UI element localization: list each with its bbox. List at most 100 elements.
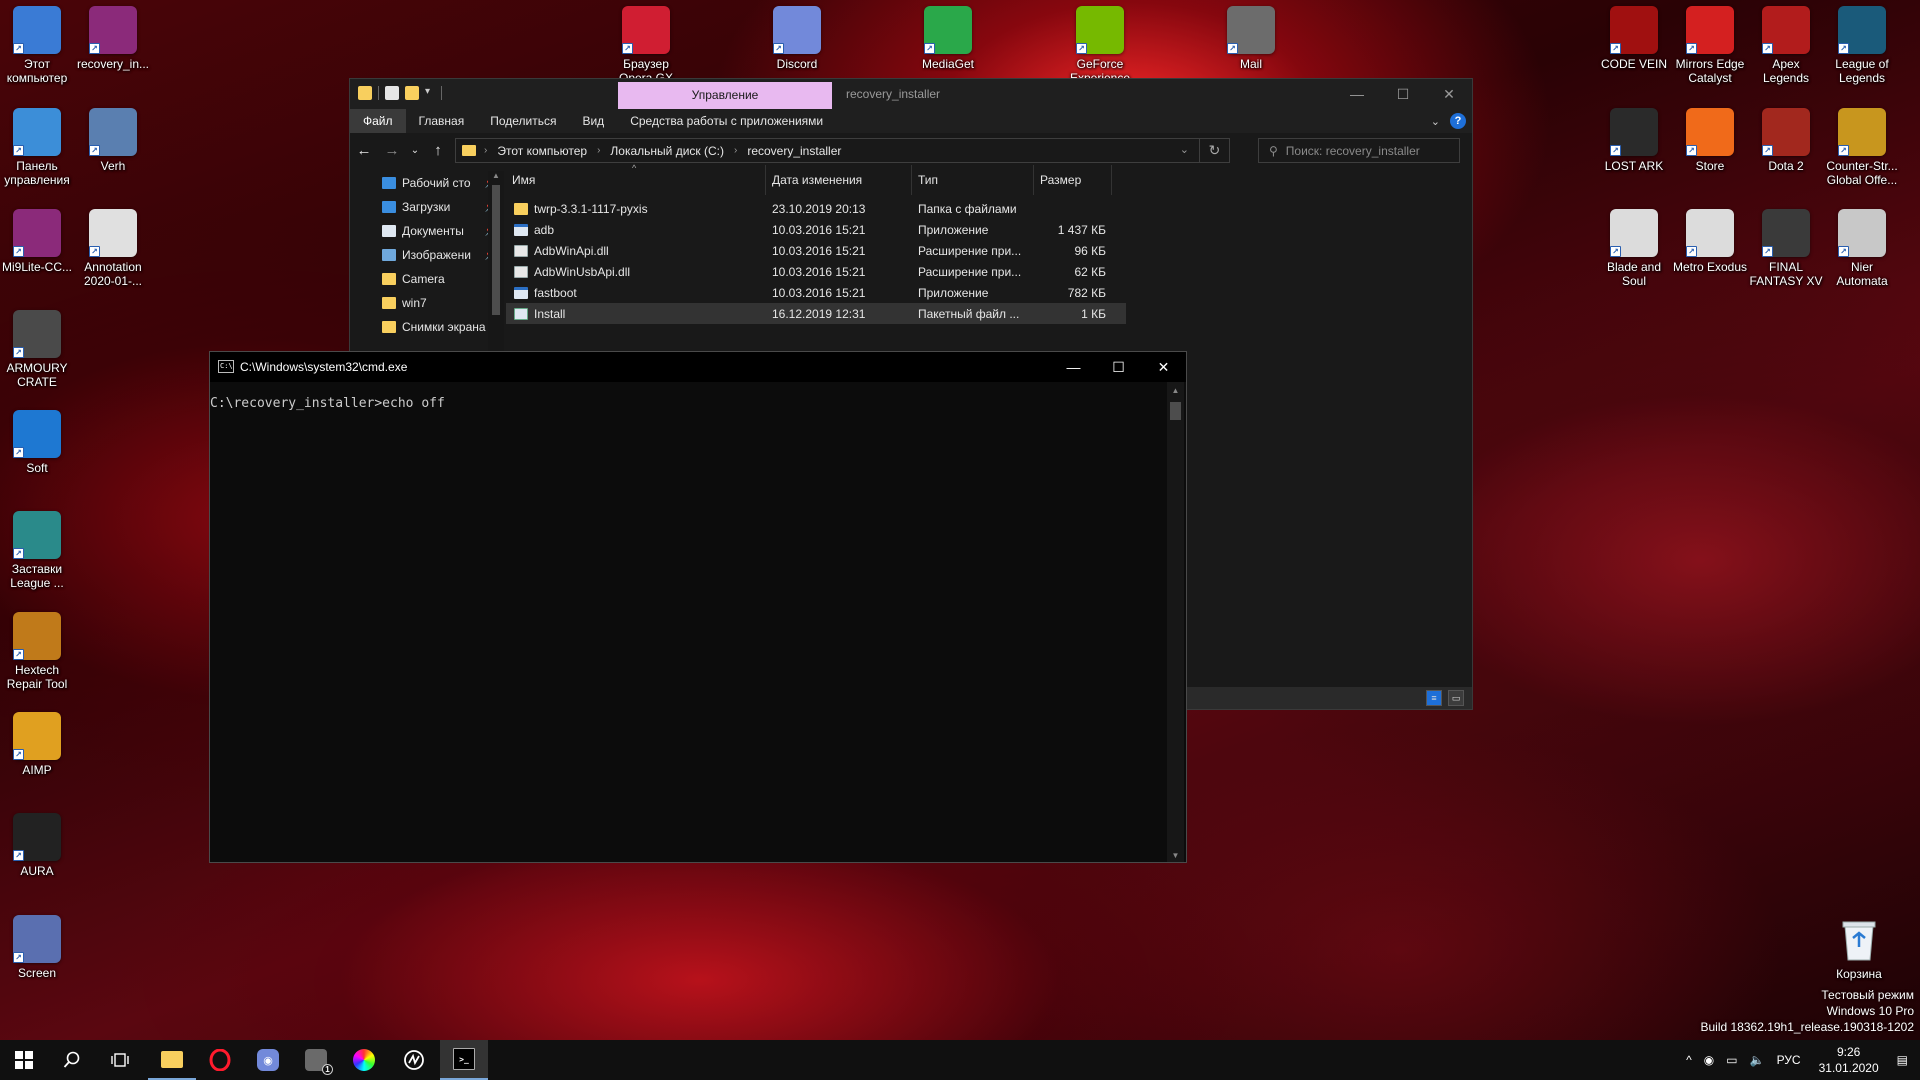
desktop-icon-right-9-shortcut[interactable]: ↗ Metro Exodus bbox=[1672, 209, 1748, 274]
discord-tray-icon[interactable]: ◉ bbox=[1704, 1053, 1714, 1067]
desktop-icon-left-11-shortcut[interactable]: ↗ AURA bbox=[0, 813, 75, 878]
desktop-icon-left-8-shortcut[interactable]: ↗ Заставки League ... bbox=[0, 511, 75, 590]
new-folder-icon[interactable] bbox=[405, 86, 419, 100]
back-arrow-icon[interactable]: ← bbox=[350, 135, 378, 165]
properties-icon[interactable] bbox=[385, 86, 399, 100]
minimize-button[interactable]: — bbox=[1334, 79, 1380, 109]
tab-home[interactable]: Главная bbox=[406, 109, 478, 133]
scrollbar-thumb[interactable] bbox=[492, 185, 500, 315]
show-hidden-icons-chevron-icon[interactable]: ^ bbox=[1686, 1053, 1692, 1067]
desktop-icon-left-12-shortcut[interactable]: ↗ Screen bbox=[0, 915, 75, 980]
search-button[interactable] bbox=[48, 1040, 96, 1080]
notifications-icon[interactable]: ▤ bbox=[1897, 1053, 1908, 1067]
up-arrow-icon[interactable]: ↑ bbox=[424, 135, 452, 165]
nav-item-1[interactable]: Загрузки📌 bbox=[350, 195, 505, 219]
file-row[interactable]: Install 16.12.2019 12:31 Пакетный файл ...… bbox=[506, 303, 1126, 324]
nav-item-0[interactable]: Рабочий сто📌 bbox=[350, 171, 505, 195]
details-view-icon[interactable]: ≡ bbox=[1426, 690, 1442, 706]
desktop-icon-left-7-shortcut[interactable]: ↗ Soft bbox=[0, 410, 75, 475]
aura-taskbar[interactable] bbox=[340, 1040, 388, 1080]
maximize-button[interactable]: ☐ bbox=[1096, 352, 1141, 382]
discord-taskbar[interactable]: ◉ bbox=[244, 1040, 292, 1080]
large-icons-view-icon[interactable]: ▭ bbox=[1448, 690, 1464, 706]
search-box[interactable]: ⚲ Поиск: recovery_installer bbox=[1258, 138, 1460, 163]
nav-item-6[interactable]: Снимки экрана bbox=[350, 315, 505, 339]
cmd-titlebar[interactable]: C:\ C:\Windows\system32\cmd.exe — ☐ ✕ bbox=[210, 352, 1186, 382]
chevron-right-icon[interactable]: › bbox=[484, 145, 487, 156]
recent-locations-chevron-icon[interactable]: ⌄ bbox=[406, 135, 424, 165]
tab-file[interactable]: Файл bbox=[350, 109, 406, 133]
breadcrumb-local-disk[interactable]: Локальный диск (C:) bbox=[610, 144, 724, 158]
console-scrollbar[interactable]: ▲ ▼ bbox=[1167, 382, 1184, 862]
desktop-icon-left-3-shortcut[interactable]: ↗ Verh bbox=[75, 108, 151, 173]
desktop-icon-top-2-shortcut[interactable]: ↗ MediaGet bbox=[910, 6, 986, 71]
tab-share[interactable]: Поделиться bbox=[477, 109, 569, 133]
minimize-button[interactable]: — bbox=[1051, 352, 1096, 382]
network-icon[interactable]: ▭ bbox=[1726, 1053, 1737, 1067]
column-type[interactable]: Тип bbox=[912, 165, 1034, 195]
column-date-modified[interactable]: Дата изменения bbox=[766, 165, 912, 195]
desktop-icon-top-4-shortcut[interactable]: ↗ Mail bbox=[1213, 6, 1289, 71]
desktop-icon-left-4-shortcut[interactable]: ↗ Mi9Lite-CC... bbox=[0, 209, 75, 274]
desktop-icon-right-5-shortcut[interactable]: ↗ Store bbox=[1672, 108, 1748, 173]
desktop-icon-right-6-shortcut[interactable]: ↗ Dota 2 bbox=[1748, 108, 1824, 173]
chevron-right-icon[interactable]: › bbox=[597, 145, 600, 156]
desktop-icon-right-7-shortcut[interactable]: ↗ Counter-Str... Global Offe... bbox=[1824, 108, 1900, 187]
desktop-icon-top-3-shortcut[interactable]: ↗GeForce Experience bbox=[1062, 6, 1138, 85]
console-output[interactable]: C:\recovery_installer>echo off bbox=[210, 396, 1160, 411]
scroll-down-icon[interactable]: ▼ bbox=[1167, 851, 1184, 860]
task-view-button[interactable] bbox=[96, 1040, 144, 1080]
desktop-icon-left-9-shortcut[interactable]: ↗ Hextech Repair Tool bbox=[0, 612, 75, 691]
recycle-bin-shortcut[interactable]: Корзина bbox=[1821, 916, 1897, 981]
desktop-icon-right-4-shortcut[interactable]: ↗ LOST ARK bbox=[1596, 108, 1672, 173]
refresh-icon[interactable]: ↻ bbox=[1199, 139, 1229, 162]
address-dropdown-icon[interactable]: ⌄ bbox=[1180, 143, 1189, 156]
column-size[interactable]: Размер bbox=[1034, 165, 1112, 195]
tab-view[interactable]: Вид bbox=[569, 109, 617, 133]
file-row[interactable]: AdbWinApi.dll 10.03.2016 15:21 Расширение … bbox=[506, 240, 1126, 261]
scrollbar-thumb[interactable] bbox=[1170, 402, 1181, 420]
tab-application-tools[interactable]: Средства работы с приложениями bbox=[617, 109, 836, 133]
desktop-icon-left-10-shortcut[interactable]: ↗ AIMP bbox=[0, 712, 75, 777]
desktop-icon-right-1-shortcut[interactable]: ↗ Mirrors Edge Catalyst bbox=[1672, 6, 1748, 85]
nav-item-5[interactable]: win7 bbox=[350, 291, 505, 315]
scroll-up-icon[interactable]: ▲ bbox=[492, 171, 500, 180]
command-prompt-window[interactable]: C:\ C:\Windows\system32\cmd.exe — ☐ ✕ C:… bbox=[209, 351, 1187, 863]
desktop-icon-top-1-shortcut[interactable]: ↗ Discord bbox=[759, 6, 835, 71]
chevron-right-icon[interactable]: › bbox=[734, 145, 737, 156]
chevron-down-icon[interactable]: ▾ bbox=[425, 86, 435, 100]
desktop-icon-right-10-shortcut[interactable]: ↗ FINAL FANTASY XV bbox=[1748, 209, 1824, 288]
armoury-taskbar[interactable]: 1 bbox=[292, 1040, 340, 1080]
desktop-icon-right-2-shortcut[interactable]: ↗ Apex Legends bbox=[1748, 6, 1824, 85]
opera-taskbar[interactable] bbox=[196, 1040, 244, 1080]
explorer-taskbar[interactable] bbox=[148, 1040, 196, 1080]
app-taskbar[interactable] bbox=[390, 1040, 438, 1080]
language-indicator[interactable]: РУС bbox=[1777, 1053, 1801, 1067]
desktop-icon-left-1-shortcut[interactable]: ↗ recovery_in... bbox=[75, 6, 151, 71]
nav-item-3[interactable]: Изображени📌 bbox=[350, 243, 505, 267]
expand-ribbon-icon[interactable]: ⌄ bbox=[1431, 115, 1440, 128]
desktop-icon-right-11-shortcut[interactable]: ↗ Nier Automata bbox=[1824, 209, 1900, 288]
file-row[interactable]: fastboot 10.03.2016 15:21 Приложение 782 КБ bbox=[506, 282, 1126, 303]
scroll-up-icon[interactable]: ▲ bbox=[1167, 386, 1184, 395]
desktop-icon-top-0-shortcut[interactable]: ↗Браузер Opera GX bbox=[608, 6, 684, 85]
clock[interactable]: 9:26 31.01.2020 bbox=[1819, 1044, 1879, 1076]
file-row[interactable]: twrp-3.3.1-1117-pyxis 23.10.2019 20:13 Пап… bbox=[506, 198, 1126, 219]
nav-item-2[interactable]: Документы📌 bbox=[350, 219, 505, 243]
desktop-icon-left-0-shortcut[interactable]: ↗ Этот компьютер bbox=[0, 6, 75, 85]
manage-contextual-tab[interactable]: Управление bbox=[618, 82, 832, 109]
desktop-icon-right-0-shortcut[interactable]: ↗ CODE VEIN bbox=[1596, 6, 1672, 71]
breadcrumb-recovery-installer[interactable]: recovery_installer bbox=[747, 144, 841, 158]
close-button[interactable]: ✕ bbox=[1426, 79, 1472, 109]
desktop-icon-right-3-shortcut[interactable]: ↗ League of Legends bbox=[1824, 6, 1900, 85]
desktop-icon-right-8-shortcut[interactable]: ↗ Blade and Soul bbox=[1596, 209, 1672, 288]
address-bar[interactable]: › Этот компьютер › Локальный диск (C:) ›… bbox=[455, 138, 1230, 163]
desktop-icon-left-5-shortcut[interactable]: ↗ Annotation 2020-01-... bbox=[75, 209, 151, 288]
forward-arrow-icon[interactable]: → bbox=[378, 135, 406, 165]
desktop-icon-left-6-shortcut[interactable]: ↗ ARMOURY CRATE bbox=[0, 310, 75, 389]
desktop-icon-left-2-shortcut[interactable]: ↗ Панель управления bbox=[0, 108, 75, 187]
file-row[interactable]: adb 10.03.2016 15:21 Приложение 1 437 КБ bbox=[506, 219, 1126, 240]
file-row[interactable]: AdbWinUsbApi.dll 10.03.2016 15:21 Расширен… bbox=[506, 261, 1126, 282]
start-button[interactable] bbox=[0, 1040, 48, 1080]
close-button[interactable]: ✕ bbox=[1141, 352, 1186, 382]
